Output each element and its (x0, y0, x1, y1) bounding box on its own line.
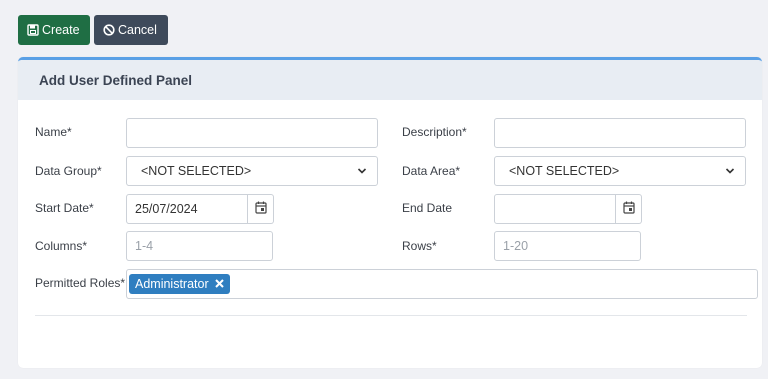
cancel-button[interactable]: Cancel (94, 15, 168, 45)
data-area-selected: <NOT SELECTED> (509, 164, 620, 178)
name-label: Name* (35, 125, 72, 139)
end-date-picker-button[interactable] (616, 194, 642, 224)
columns-field[interactable]: 1-4 (126, 231, 273, 261)
start-date-field[interactable]: 25/07/2024 (126, 194, 248, 224)
chevron-down-icon (357, 164, 367, 178)
data-group-select[interactable]: <NOT SELECTED> (126, 156, 378, 186)
name-field[interactable] (126, 118, 378, 148)
ban-icon (103, 24, 115, 36)
end-date-label: End Date (402, 201, 453, 215)
rows-label: Rows* (402, 239, 437, 253)
start-date-picker-button[interactable] (248, 194, 274, 224)
close-icon[interactable] (214, 277, 224, 291)
save-icon (27, 24, 39, 36)
calendar-icon (254, 201, 267, 217)
calendar-icon (622, 201, 635, 217)
cancel-button-label: Cancel (118, 23, 157, 37)
description-label: Description* (402, 125, 467, 139)
description-field[interactable] (494, 118, 746, 148)
role-tag-label: Administrator (135, 277, 209, 291)
add-panel-form: Add User Defined Panel Name* Description… (18, 57, 762, 368)
create-button-label: Create (42, 23, 80, 37)
role-tag: Administrator (129, 274, 230, 294)
toolbar: Create Cancel (18, 15, 168, 45)
data-area-label: Data Area* (402, 164, 461, 178)
data-group-selected: <NOT SELECTED> (141, 164, 252, 178)
start-date-label: Start Date* (35, 201, 94, 215)
columns-label: Columns* (35, 239, 88, 253)
permitted-roles-input[interactable]: Administrator (126, 269, 758, 299)
data-group-label: Data Group* (35, 164, 102, 178)
permitted-roles-label: Permitted Roles* (35, 276, 126, 290)
rows-field[interactable]: 1-20 (494, 231, 641, 261)
data-area-select[interactable]: <NOT SELECTED> (494, 156, 746, 186)
create-button[interactable]: Create (18, 15, 90, 45)
form-divider (35, 315, 747, 316)
chevron-down-icon (725, 164, 735, 178)
panel-title: Add User Defined Panel (18, 60, 762, 100)
end-date-field[interactable] (494, 194, 616, 224)
